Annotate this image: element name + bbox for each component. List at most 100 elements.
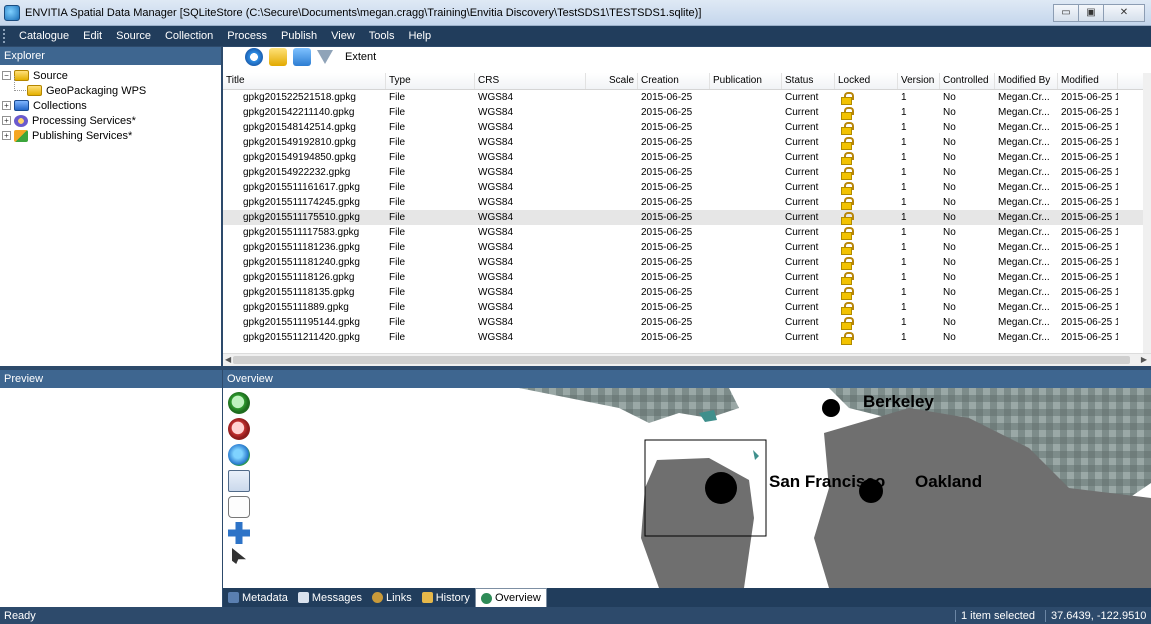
table-row[interactable]: gpkg2015511117583.gpkg File WGS84 2015-06-2…	[223, 225, 1151, 240]
column-header-publication[interactable]: Publication	[710, 73, 782, 89]
cell-publication	[710, 270, 782, 285]
processing-services-icon	[14, 114, 28, 127]
maximize-button[interactable]: ▣	[1078, 3, 1104, 22]
pointer-icon[interactable]	[232, 548, 246, 564]
import-icon[interactable]	[293, 48, 311, 66]
column-header-creation[interactable]: Creation	[638, 73, 710, 89]
cell-title: gpkg201548142514.gpkg	[243, 122, 356, 133]
refresh-icon[interactable]	[245, 48, 263, 66]
cell-type: File	[389, 287, 406, 298]
table-row[interactable]: gpkg2015511181240.gpkg File WGS84 2015-06-2…	[223, 255, 1151, 270]
menu-catalogue[interactable]: Catalogue	[12, 30, 76, 42]
column-header-controlled[interactable]: Controlled	[940, 73, 995, 89]
minimize-button[interactable]: ▭	[1053, 3, 1079, 22]
menu-process[interactable]: Process	[220, 30, 274, 42]
table-row[interactable]: gpkg201549194850.gpkg File WGS84 2015-06-25…	[223, 150, 1151, 165]
expand-icon[interactable]: +	[2, 116, 11, 125]
table-row[interactable]: gpkg2015511174245.gpkg File WGS84 2015-06-2…	[223, 195, 1151, 210]
grid-horizontal-scrollbar[interactable]: ◀ ▶	[223, 353, 1151, 366]
menu-help[interactable]: Help	[401, 30, 438, 42]
table-row[interactable]: gpkg2015511195144.gpkg File WGS84 2015-06-2…	[223, 315, 1151, 330]
scroll-left-icon[interactable]: ◀	[225, 355, 231, 364]
open-folder-icon[interactable]	[269, 48, 287, 66]
tab-history[interactable]: History	[417, 588, 475, 607]
close-button[interactable]: ✕	[1103, 3, 1145, 22]
menu-source[interactable]: Source	[109, 30, 158, 42]
column-header-crs[interactable]: CRS	[475, 73, 586, 89]
cell-status: Current	[785, 122, 819, 133]
column-header-locked[interactable]: Locked	[835, 73, 898, 89]
menu-collection[interactable]: Collection	[158, 30, 220, 42]
cell-controlled: No	[943, 92, 956, 103]
tab-messages[interactable]: Messages	[293, 588, 367, 607]
table-row[interactable]: gpkg20154922232.gpkg File WGS84 2015-06-25 C…	[223, 165, 1151, 180]
cell-modified: 2015-06-25 10:19:5	[1061, 92, 1118, 103]
tab-overview[interactable]: Overview	[474, 588, 547, 607]
column-header-modified-by[interactable]: Modified By	[995, 73, 1058, 89]
table-row[interactable]: gpkg2015511211420.gpkg File WGS84 2015-06-2…	[223, 330, 1151, 345]
table-row[interactable]: gpkg20155111889.gpkg File WGS84 2015-06-25 C…	[223, 300, 1151, 315]
zoom-out-icon[interactable]	[228, 418, 250, 440]
cell-crs: WGS84	[478, 272, 514, 283]
cell-modified-by: Megan.Cr...	[998, 137, 1050, 148]
cell-status: Current	[785, 137, 819, 148]
lock-icon	[841, 122, 854, 135]
extent-button[interactable]: Extent	[345, 51, 376, 63]
tree-item-publishing-services[interactable]: + Publishing Services*	[2, 128, 221, 143]
tab-links[interactable]: Links	[367, 588, 417, 607]
column-header-modified[interactable]: Modified	[1058, 73, 1118, 89]
column-header-type[interactable]: Type	[386, 73, 475, 89]
expand-icon[interactable]: +	[2, 101, 11, 110]
filter-icon[interactable]	[317, 50, 333, 64]
cell-version: 1	[901, 197, 907, 208]
tree-item-source[interactable]: − Source	[2, 68, 221, 83]
overview-map[interactable]: Berkeley San Francisco Oakland	[269, 388, 1151, 588]
cell-publication	[710, 210, 782, 225]
cell-controlled: No	[943, 227, 956, 238]
cell-type: File	[389, 257, 406, 268]
expand-icon[interactable]: +	[2, 131, 11, 140]
column-header-title[interactable]: Title	[223, 73, 386, 89]
menu-tools[interactable]: Tools	[362, 30, 402, 42]
column-header-scale[interactable]: Scale	[586, 73, 638, 89]
table-row[interactable]: gpkg201551118135.gpkg File WGS84 2015-06-25…	[223, 285, 1151, 300]
tab-metadata[interactable]: Metadata	[223, 588, 293, 607]
menu-view[interactable]: View	[324, 30, 362, 42]
cell-modified-by: Megan.Cr...	[998, 167, 1050, 178]
table-row[interactable]: gpkg201522521518.gpkg File WGS84 2015-06-25…	[223, 90, 1151, 105]
pan-hand-icon[interactable]	[228, 496, 250, 518]
tree-item-processing-services[interactable]: + Processing Services*	[2, 113, 221, 128]
table-row[interactable]: gpkg201549192810.gpkg File WGS84 2015-06-25…	[223, 135, 1151, 150]
full-extent-icon[interactable]	[228, 444, 250, 466]
cell-publication	[710, 120, 782, 135]
cell-crs: WGS84	[478, 152, 514, 163]
grid-vertical-scrollbar[interactable]	[1143, 73, 1151, 353]
column-header-status[interactable]: Status	[782, 73, 835, 89]
select-extent-icon[interactable]	[228, 470, 250, 492]
table-row[interactable]: gpkg2015511175510.gpkg File WGS84 2015-06-2…	[223, 210, 1151, 225]
cell-controlled: No	[943, 242, 956, 253]
menu-publish[interactable]: Publish	[274, 30, 324, 42]
move-icon[interactable]	[228, 522, 250, 544]
cell-creation: 2015-06-25	[641, 317, 693, 328]
catalogue-grid: Title Type CRS Scale Creation Publicatio…	[223, 73, 1151, 353]
cell-scale	[586, 150, 638, 165]
tab-label: Links	[386, 591, 412, 604]
table-row[interactable]: gpkg2015511161617.gpkg File WGS84 2015-06-2…	[223, 180, 1151, 195]
preview-header: Preview	[0, 370, 222, 388]
collapse-icon[interactable]: −	[2, 71, 11, 80]
menu-edit[interactable]: Edit	[76, 30, 109, 42]
column-header-version[interactable]: Version	[898, 73, 940, 89]
zoom-in-icon[interactable]	[228, 392, 250, 414]
cell-modified: 2015-06-25 10:19:5	[1061, 107, 1118, 118]
scroll-right-icon[interactable]: ▶	[1141, 355, 1147, 364]
table-row[interactable]: gpkg2015511181236.gpkg File WGS84 2015-06-2…	[223, 240, 1151, 255]
table-row[interactable]: gpkg201548142514.gpkg File WGS84 2015-06-25…	[223, 120, 1151, 135]
tree-item-geopackaging-wps[interactable]: GeoPackaging WPS	[2, 76, 221, 98]
scrollbar-thumb[interactable]	[233, 356, 1130, 364]
table-row[interactable]: gpkg201542211140.gpkg File WGS84 2015-06-25…	[223, 105, 1151, 120]
cell-scale	[586, 225, 638, 240]
tree-item-collections[interactable]: + Collections	[2, 98, 221, 113]
table-row[interactable]: gpkg201551118126.gpkg File WGS84 2015-06-25…	[223, 270, 1151, 285]
cell-controlled: No	[943, 197, 956, 208]
